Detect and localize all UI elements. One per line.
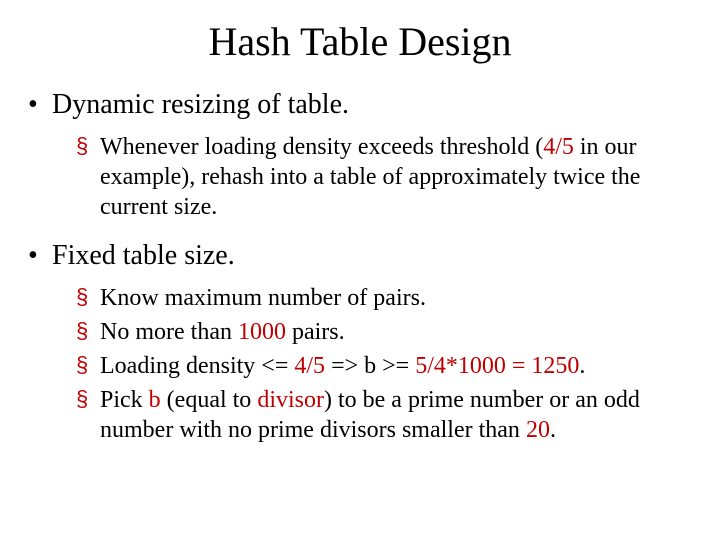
text-fragment: => b >= xyxy=(325,353,415,379)
highlight-expression: 5/4*1000 = 1250 xyxy=(415,353,579,379)
sub-bullet: No more than 1000 pairs. xyxy=(76,317,696,347)
sub-list: Know maximum number of pairs. No more th… xyxy=(52,283,696,445)
text-fragment: pairs. xyxy=(286,319,345,345)
bullet-list: Dynamic resizing of table. Whenever load… xyxy=(24,87,696,445)
text-fragment: (equal to xyxy=(161,387,258,413)
bullet-fixed-size: Fixed table size. Know maximum number of… xyxy=(24,238,696,445)
text-fragment: Pick xyxy=(100,387,149,413)
bullet-text: Fixed table size. xyxy=(52,240,235,271)
highlight-fraction: 4/5 xyxy=(294,353,325,379)
text-fragment: . xyxy=(579,353,585,379)
sub-bullet: Whenever loading density exceeds thresho… xyxy=(76,132,696,222)
slide: Hash Table Design Dynamic resizing of ta… xyxy=(0,0,720,540)
sub-bullet: Loading density <= 4/5 => b >= 5/4*1000 … xyxy=(76,351,696,381)
sub-bullet: Know maximum number of pairs. xyxy=(76,283,696,313)
sub-bullet: Pick b (equal to divisor) to be a prime … xyxy=(76,385,696,445)
highlight-number: 1000 xyxy=(238,319,286,345)
slide-title: Hash Table Design xyxy=(24,18,696,65)
highlight-variable: b xyxy=(149,387,161,413)
text-fragment: No more than xyxy=(100,319,238,345)
highlight-number: 20 xyxy=(526,417,550,443)
highlight-fraction: 4/5 xyxy=(543,134,574,160)
text-fragment: Loading density <= xyxy=(100,353,294,379)
text-fragment: . xyxy=(550,417,556,443)
bullet-text: Dynamic resizing of table. xyxy=(52,89,349,120)
text-fragment: Whenever loading density exceeds thresho… xyxy=(100,134,543,160)
sub-list: Whenever loading density exceeds thresho… xyxy=(52,132,696,222)
text-fragment: Know maximum number of pairs. xyxy=(100,285,426,311)
bullet-dynamic-resizing: Dynamic resizing of table. Whenever load… xyxy=(24,87,696,222)
highlight-term: divisor xyxy=(257,387,324,413)
